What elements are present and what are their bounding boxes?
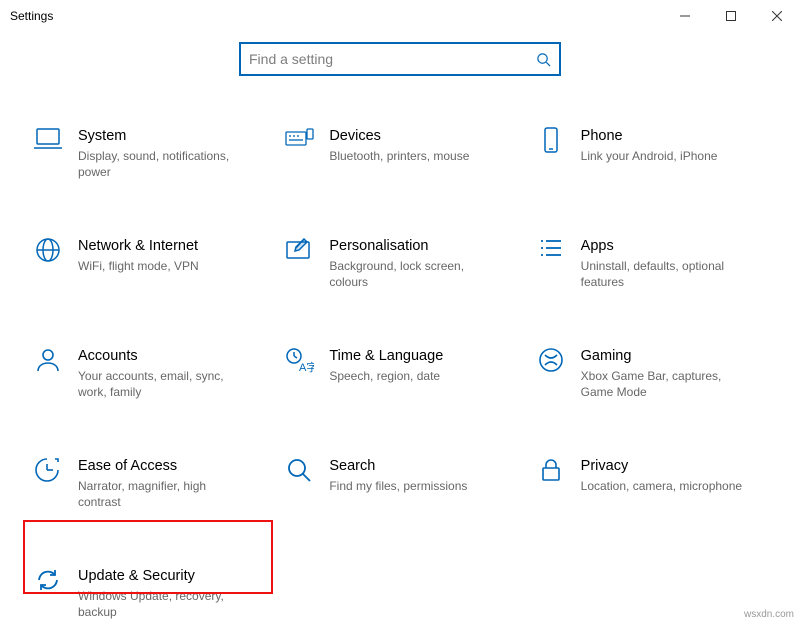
apps-icon [533,236,569,260]
category-desc: Your accounts, email, sync, work, family [78,368,248,400]
window-controls [662,0,800,32]
category-title: Network & Internet [78,236,199,256]
maximize-icon [726,11,736,21]
category-text: Personalisation Background, lock screen,… [329,236,499,290]
titlebar: Settings [0,0,800,32]
category-text: Network & Internet WiFi, flight mode, VP… [78,236,199,274]
gaming-icon [533,346,569,374]
watermark: wsxdn.com [744,609,794,620]
time-language-icon: A字 [281,346,317,374]
category-text: Search Find my files, permissions [329,456,467,494]
search-icon [536,52,551,67]
lock-icon [533,456,569,484]
personalisation-icon [281,236,317,262]
category-text: System Display, sound, notifications, po… [78,126,248,180]
person-icon [30,346,66,374]
category-text: Update & Security Windows Update, recove… [78,566,248,620]
category-desc: Xbox Game Bar, captures, Game Mode [581,368,751,400]
category-desc: Speech, region, date [329,368,443,384]
category-title: Accounts [78,346,248,366]
close-button[interactable] [754,0,800,32]
category-text: Privacy Location, camera, microphone [581,456,742,494]
category-privacy[interactable]: Privacy Location, camera, microphone [531,454,772,512]
category-desc: Display, sound, notifications, power [78,148,248,180]
minimize-icon [680,11,690,21]
category-text: Phone Link your Android, iPhone [581,126,718,164]
category-time-language[interactable]: A字 Time & Language Speech, region, date [279,344,520,402]
category-network[interactable]: Network & Internet WiFi, flight mode, VP… [28,234,269,292]
category-desc: Narrator, magnifier, high contrast [78,478,248,510]
category-apps[interactable]: Apps Uninstall, defaults, optional featu… [531,234,772,292]
category-title: Gaming [581,346,751,366]
category-system[interactable]: System Display, sound, notifications, po… [28,124,269,182]
category-title: Devices [329,126,469,146]
category-title: Ease of Access [78,456,248,476]
update-icon [30,566,66,594]
category-desc: Location, camera, microphone [581,478,742,494]
category-desc: Uninstall, defaults, optional features [581,258,751,290]
category-text: Accounts Your accounts, email, sync, wor… [78,346,248,400]
search-box[interactable] [239,42,561,76]
phone-icon [533,126,569,154]
category-gaming[interactable]: Gaming Xbox Game Bar, captures, Game Mod… [531,344,772,402]
category-title: Privacy [581,456,742,476]
category-grid: System Display, sound, notifications, po… [0,124,800,622]
category-desc: WiFi, flight mode, VPN [78,258,199,274]
category-text: Gaming Xbox Game Bar, captures, Game Mod… [581,346,751,400]
category-desc: Windows Update, recovery, backup [78,588,248,620]
category-title: System [78,126,248,146]
category-text: Time & Language Speech, region, date [329,346,443,384]
maximize-button[interactable] [708,0,754,32]
search-icon [281,456,317,484]
ease-of-access-icon [30,456,66,484]
category-update-security[interactable]: Update & Security Windows Update, recove… [28,564,269,622]
category-ease-of-access[interactable]: Ease of Access Narrator, magnifier, high… [28,454,269,512]
search-row [0,42,800,76]
svg-text:A字: A字 [299,360,314,374]
laptop-icon [30,126,66,152]
category-title: Personalisation [329,236,499,256]
category-desc: Background, lock screen, colours [329,258,499,290]
window-title: Settings [10,9,53,23]
category-search[interactable]: Search Find my files, permissions [279,454,520,512]
minimize-button[interactable] [662,0,708,32]
category-title: Update & Security [78,566,248,586]
close-icon [772,11,782,21]
category-desc: Link your Android, iPhone [581,148,718,164]
keyboard-icon [281,126,317,152]
category-desc: Find my files, permissions [329,478,467,494]
category-phone[interactable]: Phone Link your Android, iPhone [531,124,772,182]
globe-icon [30,236,66,264]
category-title: Apps [581,236,751,256]
category-desc: Bluetooth, printers, mouse [329,148,469,164]
category-devices[interactable]: Devices Bluetooth, printers, mouse [279,124,520,182]
search-input[interactable] [249,51,536,67]
search-submit[interactable] [536,52,551,67]
category-personalisation[interactable]: Personalisation Background, lock screen,… [279,234,520,292]
category-accounts[interactable]: Accounts Your accounts, email, sync, wor… [28,344,269,402]
category-title: Phone [581,126,718,146]
category-title: Search [329,456,467,476]
category-title: Time & Language [329,346,443,366]
category-text: Apps Uninstall, defaults, optional featu… [581,236,751,290]
category-text: Ease of Access Narrator, magnifier, high… [78,456,248,510]
category-text: Devices Bluetooth, printers, mouse [329,126,469,164]
